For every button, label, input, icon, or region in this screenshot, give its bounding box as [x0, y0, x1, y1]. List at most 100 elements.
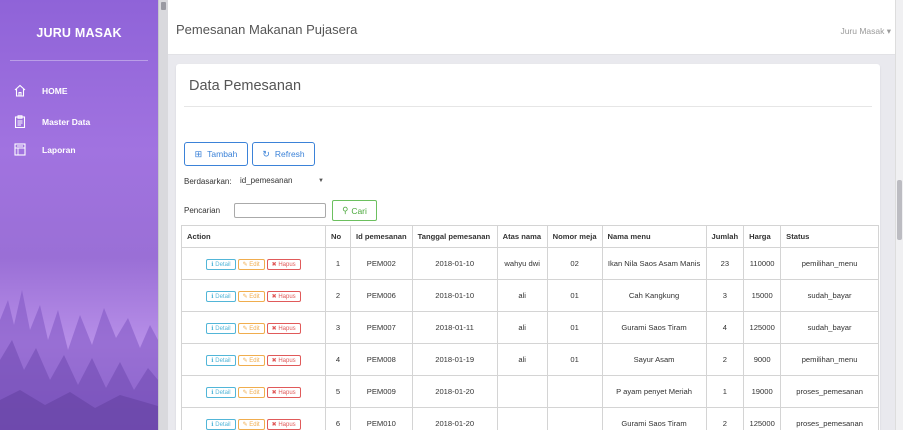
cell-tanggal: 2018-01-10 — [411, 279, 498, 312]
edit-button[interactable]: ✎ Edit — [237, 418, 265, 430]
edit-button[interactable]: ✎ Edit — [237, 290, 265, 302]
sidebar-item-laporan[interactable]: Laporan — [14, 143, 76, 156]
detail-button[interactable]: ℹ Detail — [206, 290, 236, 302]
edit-button[interactable]: ✎ Edit — [237, 258, 265, 270]
sidebar-item-label: Laporan — [42, 144, 76, 155]
caret-down-icon: ▼ — [318, 178, 324, 184]
detail-button[interactable]: ℹ Detail — [206, 354, 236, 366]
filter-label: Berdasarkan: — [184, 177, 232, 186]
cell-harga: 9000 — [743, 343, 782, 376]
column-header-harga: Harga — [743, 225, 782, 248]
cell-status: sudah_bayar — [780, 279, 879, 312]
edit-button[interactable]: ✎ Edit — [237, 386, 265, 398]
cell-id: PEM007 — [350, 311, 413, 344]
delete-button[interactable]: ✖ Hapus — [266, 258, 301, 270]
column-header-status: Status — [780, 225, 879, 248]
column-header-id: Id pemesanan — [350, 225, 413, 248]
cell-menu: Gurami Saos Tiram — [601, 311, 707, 344]
cell-status: pemilihan_menu — [780, 343, 879, 376]
user-menu[interactable]: Juru Masak ▾ — [840, 26, 891, 37]
cell-atas-nama: ali — [496, 343, 548, 376]
page-scrollbar[interactable] — [895, 0, 903, 430]
cell-id: PEM009 — [350, 375, 413, 408]
table-row: ℹ Detail ✎ Edit ✖ Hapus 4 PEM008 2018-01-19 al… — [181, 343, 879, 376]
header: Pemesanan Makanan Pujasera Juru Masak ▾ — [168, 0, 903, 55]
clipboard-icon — [14, 115, 26, 128]
cell-status: proses_pemesanan — [780, 375, 879, 408]
column-header-action: Action — [181, 225, 326, 248]
cell-status: pemilihan_menu — [780, 247, 879, 280]
table-header-row: Action No Id pemesanan Tanggal pemesanan… — [181, 225, 879, 248]
action-cell: ℹ Detail ✎ Edit ✖ Hapus — [181, 311, 326, 344]
column-header-no: No — [325, 225, 351, 248]
search-icon: ⚲ — [342, 205, 349, 215]
brand-title: JURU MASAK — [36, 26, 122, 40]
filter-select[interactable]: id_pemesanan ▼ — [232, 173, 332, 189]
cell-no: 3 — [325, 311, 351, 344]
cell-no: 6 — [325, 407, 351, 430]
add-button[interactable]: ⊞ Tambah — [184, 142, 248, 166]
edit-button[interactable]: ✎ Edit — [237, 322, 265, 334]
cell-atas-nama: ali — [496, 311, 548, 344]
edit-button[interactable]: ✎ Edit — [237, 354, 265, 366]
delete-button[interactable]: ✖ Hapus — [266, 418, 301, 430]
cell-id: PEM008 — [350, 343, 413, 376]
column-header-tanggal: Tanggal pemesanan — [411, 225, 498, 248]
cell-harga: 125000 — [743, 311, 782, 344]
cell-atas-nama — [496, 407, 548, 430]
action-cell: ℹ Detail ✎ Edit ✖ Hapus — [181, 407, 326, 430]
table-row: ℹ Detail ✎ Edit ✖ Hapus 1 PEM002 2018-01-10 wa… — [181, 247, 879, 280]
action-cell: ℹ Detail ✎ Edit ✖ Hapus — [181, 279, 326, 312]
brand-divider — [10, 60, 148, 61]
cell-tanggal: 2018-01-20 — [411, 375, 498, 408]
delete-button[interactable]: ✖ Hapus — [266, 354, 301, 366]
refresh-button[interactable]: ↻ Refresh — [252, 142, 315, 166]
cell-no: 2 — [325, 279, 351, 312]
table-row: ℹ Detail ✎ Edit ✖ Hapus 3 PEM007 2018-01-11 al… — [181, 311, 879, 344]
cell-menu: Sayur Asam — [601, 343, 707, 376]
cell-meja — [546, 407, 603, 430]
search-button[interactable]: ⚲ Cari — [332, 200, 377, 221]
refresh-icon: ↻ — [262, 148, 270, 159]
detail-button[interactable]: ℹ Detail — [206, 258, 236, 270]
home-icon — [14, 84, 26, 97]
cell-no: 1 — [325, 247, 351, 280]
cell-menu: Ikan Nila Saos Asam Manis — [601, 247, 707, 280]
delete-button[interactable]: ✖ Hapus — [266, 386, 301, 398]
cell-tanggal: 2018-01-11 — [411, 311, 498, 344]
cell-jumlah: 2 — [705, 407, 745, 430]
cell-harga: 110000 — [743, 247, 782, 280]
table-row: ℹ Detail ✎ Edit ✖ Hapus 6 PEM010 2018-01-20 Gu… — [181, 407, 879, 430]
sidebar-item-label: HOME — [42, 85, 68, 96]
cell-status: proses_pemesanan — [780, 407, 879, 430]
cell-meja — [546, 375, 603, 408]
delete-button[interactable]: ✖ Hapus — [266, 290, 301, 302]
title-divider — [184, 106, 872, 107]
cell-harga: 15000 — [743, 279, 782, 312]
sidebar-item-master-data[interactable]: Master Data — [14, 115, 90, 128]
cell-id: PEM010 — [350, 407, 413, 430]
detail-button[interactable]: ℹ Detail — [206, 418, 236, 430]
detail-button[interactable]: ℹ Detail — [206, 386, 236, 398]
cell-tanggal: 2018-01-19 — [411, 343, 498, 376]
sidebar-scrollbar-thumb[interactable] — [161, 2, 166, 10]
cell-jumlah: 3 — [705, 279, 745, 312]
app-window: JURU MASAK HOME Master Data Laporan Peme… — [0, 0, 903, 430]
search-input[interactable] — [234, 203, 326, 218]
page-scrollbar-thumb[interactable] — [897, 180, 902, 240]
detail-button[interactable]: ℹ Detail — [206, 322, 236, 334]
refresh-button-label: Refresh — [274, 149, 305, 159]
cell-jumlah: 23 — [705, 247, 745, 280]
sidebar-scrollbar[interactable] — [158, 0, 168, 430]
search-label: Pencarian — [184, 206, 221, 215]
cell-jumlah: 4 — [705, 311, 745, 344]
cell-harga: 125000 — [743, 407, 782, 430]
cell-status: sudah_bayar — [780, 311, 879, 344]
delete-button[interactable]: ✖ Hapus — [266, 322, 301, 334]
sidebar-item-home[interactable]: HOME — [14, 84, 68, 97]
cell-no: 5 — [325, 375, 351, 408]
cell-menu: P ayam penyet Meriah — [601, 375, 707, 408]
cell-menu: Gurami Saos Tiram — [601, 407, 707, 430]
plus-square-icon: ⊞ — [194, 148, 203, 159]
cell-meja: 01 — [546, 279, 603, 312]
